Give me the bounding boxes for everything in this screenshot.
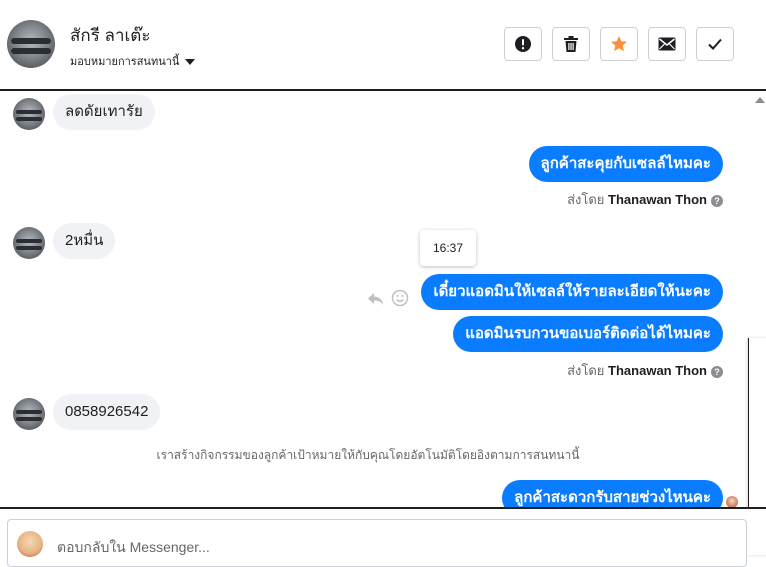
outgoing-message[interactable]: ลูกค้าสะคุยกับเซลล์ไหมคะ [528, 146, 723, 182]
sent-by-label: ส่งโดย Thanawan Thon? [567, 360, 723, 381]
contact-avatar-small [13, 398, 45, 430]
check-icon [708, 38, 722, 50]
assign-label: มอบหมายการสนทนานี้ [70, 56, 180, 68]
question-icon[interactable]: ? [711, 194, 723, 207]
outgoing-message[interactable]: เดี๋ยวแอดมินให้เซลล์ให้รายละเอียดให้นะคะ [421, 274, 723, 310]
question-icon[interactable]: ? [711, 365, 723, 378]
page-avatar [17, 531, 43, 557]
mark-spam-button[interactable] [504, 27, 542, 61]
incoming-message[interactable]: 0858926542 [53, 394, 161, 430]
caret-down-icon [185, 59, 196, 66]
system-note: เราสร้างกิจกรรมของลูกค้าเป้าหมายให้กับคุ… [156, 448, 580, 462]
contact-avatar[interactable] [7, 20, 55, 68]
outgoing-message[interactable]: แอดมินรบกวนขอเบอร์ติดต่อได้ไหมคะ [453, 316, 723, 352]
timestamp-tooltip: 16:37 [420, 230, 476, 266]
exclamation-icon [515, 36, 531, 52]
sender-name: Thanawan Thon [608, 363, 707, 378]
envelope-icon [658, 37, 676, 51]
sent-by-prefix: ส่งโดย [567, 192, 605, 207]
outgoing-message[interactable]: ลูกค้าสะดวกรับสายช่วงไหนคะ [502, 480, 723, 507]
trash-icon [564, 36, 578, 52]
mark-done-button[interactable] [696, 27, 734, 61]
sender-name: Thanawan Thon [608, 192, 707, 207]
star-icon [611, 36, 627, 52]
reply-icon[interactable] [367, 291, 385, 307]
delete-button[interactable] [552, 27, 590, 61]
emoji-react-icon[interactable] [391, 289, 409, 307]
contact-avatar-small [13, 227, 45, 259]
contact-avatar-small [13, 98, 45, 130]
contact-name[interactable]: สักรี ลาเต๊ะ [70, 22, 150, 49]
scroll-up-arrow-icon[interactable] [755, 97, 765, 103]
star-button[interactable] [600, 27, 638, 61]
seen-avatar [726, 496, 738, 507]
incoming-message[interactable]: 2หมื่น [53, 223, 116, 259]
sent-by-prefix: ส่งโดย [567, 363, 605, 378]
mark-unread-button[interactable] [648, 27, 686, 61]
sent-by-label: ส่งโดย Thanawan Thon? [567, 189, 723, 210]
incoming-message[interactable]: ลดดัยเทารัย [53, 94, 155, 130]
conversation-header: สักรี ลาเต๊ะ มอบหมายการสนทนานี้ [0, 0, 766, 91]
message-thread[interactable]: ลดดัยเทารัย ลูกค้าสะคุยกับเซลล์ไหมคะ ส่ง… [0, 91, 750, 507]
reply-placeholder[interactable]: ตอบกลับใน Messenger... [57, 537, 210, 559]
assign-conversation-dropdown[interactable]: มอบหมายการสนทนานี้ [70, 52, 196, 70]
